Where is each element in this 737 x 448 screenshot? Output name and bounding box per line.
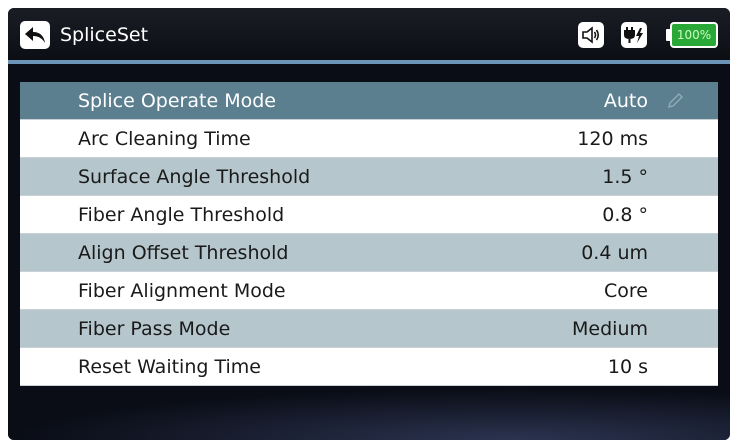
header-divider [8, 60, 730, 64]
setting-label: Arc Cleaning Time [78, 128, 251, 150]
setting-row-fiber-alignment-mode[interactable]: Fiber Alignment Mode Core [20, 272, 718, 310]
setting-label: Splice Operate Mode [78, 90, 276, 112]
setting-row-arc-cleaning-time[interactable]: Arc Cleaning Time 120 ms [20, 120, 718, 158]
page-title: SpliceSet [60, 24, 149, 46]
pencil-icon[interactable] [666, 92, 684, 110]
setting-value: 0.4 um [581, 242, 648, 264]
setting-value: 1.5 ° [602, 166, 648, 188]
speaker-icon [582, 26, 600, 44]
setting-label: Fiber Pass Mode [78, 318, 231, 340]
setting-value: Auto [603, 90, 648, 112]
setting-label: Reset Waiting Time [78, 356, 261, 378]
setting-value: 10 s [607, 356, 648, 378]
background-glow [8, 388, 730, 440]
sound-button[interactable] [578, 22, 604, 48]
setting-value: Medium [572, 318, 648, 340]
setting-value: 120 ms [577, 128, 648, 150]
setting-label: Surface Angle Threshold [78, 166, 311, 188]
setting-value: Core [604, 280, 648, 302]
setting-row-fiber-angle-threshold[interactable]: Fiber Angle Threshold 0.8 ° [20, 196, 718, 234]
back-arrow-icon [25, 27, 45, 43]
setting-row-splice-operate-mode[interactable]: Splice Operate Mode Auto [20, 82, 718, 120]
setting-row-reset-waiting-time[interactable]: Reset Waiting Time 10 s [20, 348, 718, 386]
setting-row-align-offset-threshold[interactable]: Align Offset Threshold 0.4 um [20, 234, 718, 272]
device-screen: SpliceSet 100% Splice Operate Mode Auto [8, 8, 730, 440]
setting-row-surface-angle-threshold[interactable]: Surface Angle Threshold 1.5 ° [20, 158, 718, 196]
settings-list: Splice Operate Mode Auto Arc Cleaning Ti… [20, 82, 718, 386]
header-bar: SpliceSet 100% [8, 8, 730, 60]
power-status [621, 22, 647, 48]
setting-label: Fiber Alignment Mode [78, 280, 286, 302]
setting-value: 0.8 ° [602, 204, 648, 226]
setting-row-fiber-pass-mode[interactable]: Fiber Pass Mode Medium [20, 310, 718, 348]
battery-icon: 100% [670, 22, 718, 48]
setting-label: Fiber Angle Threshold [78, 204, 285, 226]
back-button[interactable] [20, 21, 50, 49]
setting-label: Align Offset Threshold [78, 242, 289, 264]
power-plug-icon [624, 27, 643, 43]
